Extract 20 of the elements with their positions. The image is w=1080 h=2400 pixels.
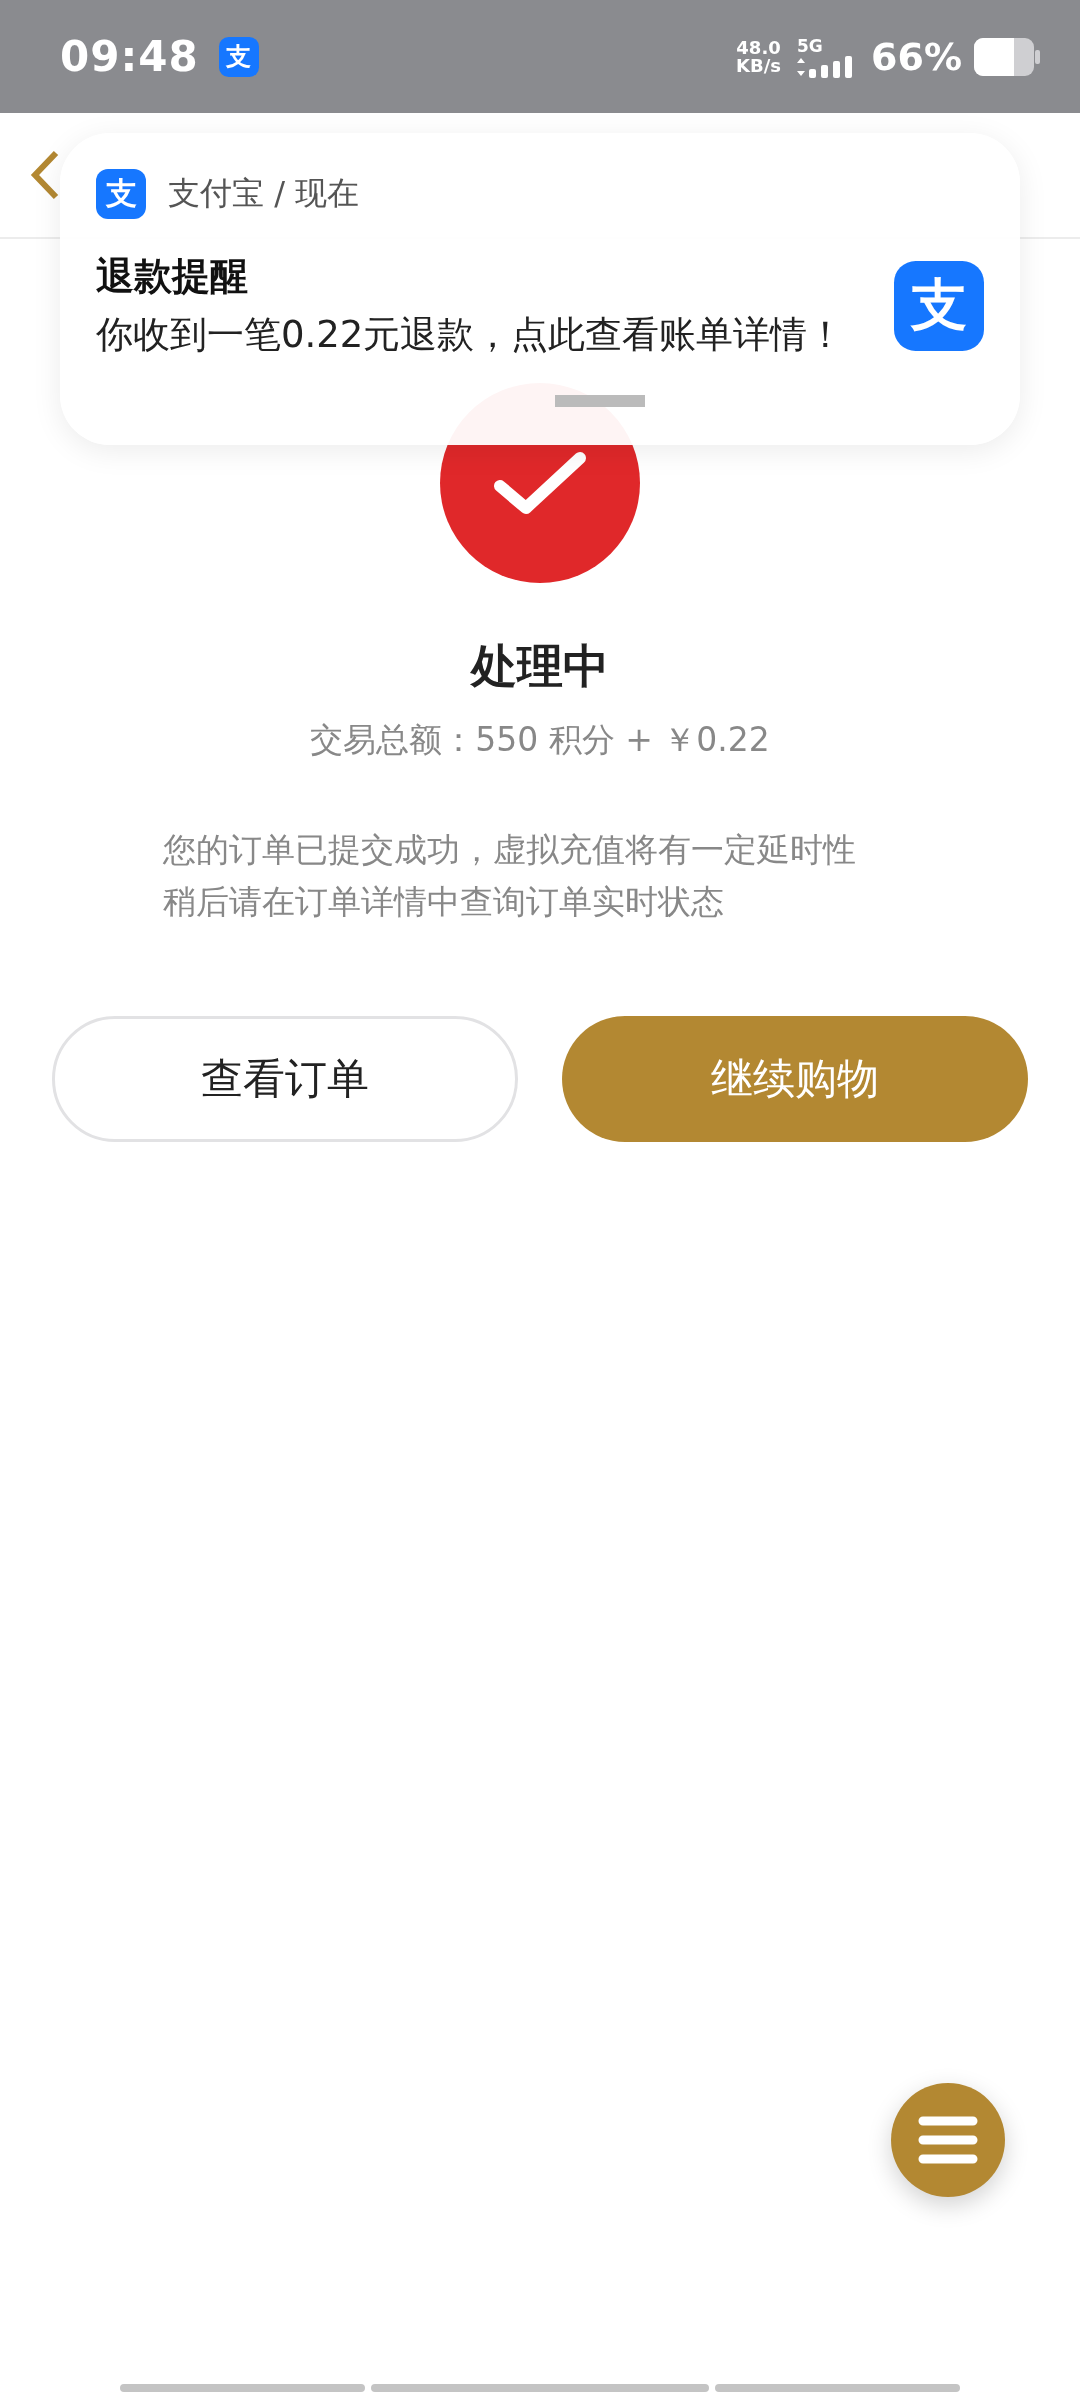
app-icon: 支 [894, 260, 984, 351]
menu-icon [917, 2115, 979, 2165]
notification-title: 退款提醒 [96, 253, 249, 300]
info-text: 您的订单已提交成功，虚拟充值将有一定延时性 [163, 829, 857, 871]
back-icon[interactable] [30, 150, 60, 200]
app-notification-icon: 支 [218, 36, 259, 77]
notification-message: 你收到一笔0.22元退款，点此查看账单详情！ [96, 312, 845, 358]
battery-icon [974, 37, 1040, 76]
app-icon: 支 [96, 169, 146, 219]
status-title: 处理中 [471, 638, 609, 695]
drag-handle[interactable] [555, 395, 645, 407]
clock: 09:48 [60, 32, 199, 81]
network-speed: 48.0 KB/s [736, 38, 782, 75]
network-type: 5G [797, 35, 823, 56]
transaction-amount: 交易总额：550 积分 + ￥0.22 [310, 719, 770, 761]
view-order-button[interactable]: 查看订单 [52, 1016, 518, 1142]
notification-card[interactable]: 支 支付宝 / 现在 退款提醒 你收到一笔0.22元退款，点此查看账单详情！ 支 [60, 133, 1020, 445]
notification-source: 支付宝 / 现在 [168, 173, 360, 214]
battery-level: 66% [871, 34, 962, 79]
info-text: 稍后请在订单详情中查询订单实时状态 [163, 881, 725, 923]
